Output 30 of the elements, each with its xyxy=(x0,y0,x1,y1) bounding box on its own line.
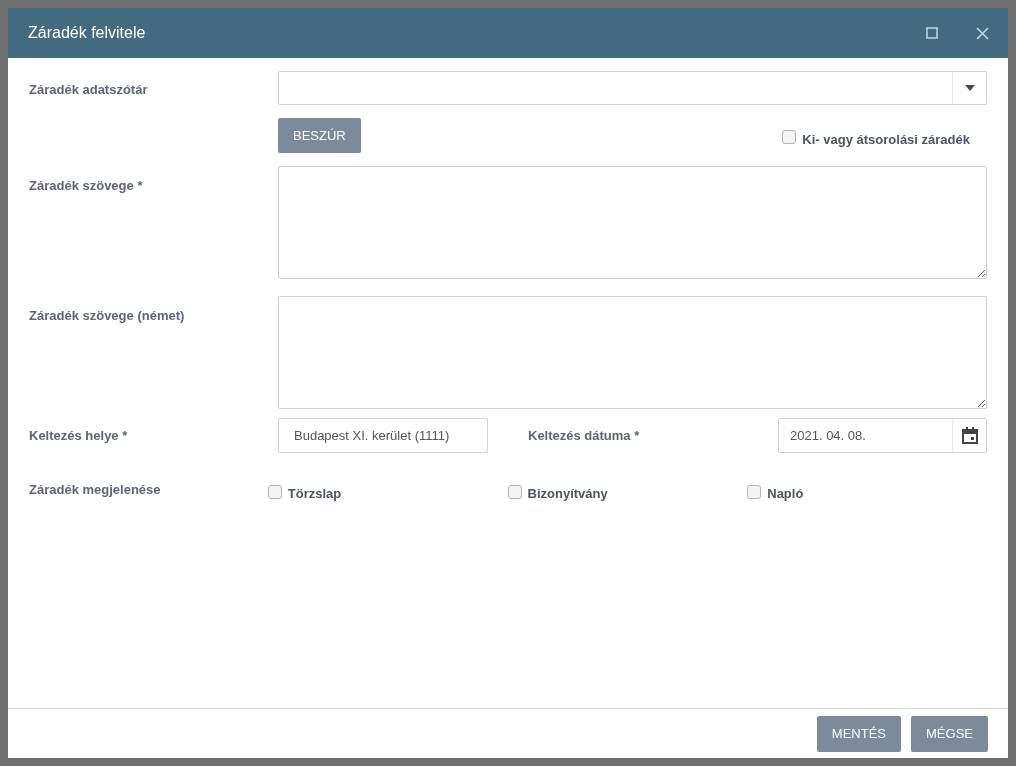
field-label: Záradék megjelenése xyxy=(29,481,162,499)
footer-button[interactable]: MÉGSE xyxy=(911,715,988,752)
maximize-icon xyxy=(926,27,938,39)
caret-icon xyxy=(964,85,975,91)
checkbox[interactable] xyxy=(747,484,762,499)
checkbox-label: Napló xyxy=(767,485,804,503)
checkbox-label: Bizonyítvány xyxy=(527,485,608,503)
input-field[interactable]: Budapest XI. kerület (1111) xyxy=(278,418,488,453)
footer-button[interactable]: MENTÉS xyxy=(816,715,902,752)
field-label: Záradék szövege * xyxy=(29,177,144,195)
maximize-button[interactable] xyxy=(924,25,940,41)
checkbox-label: Ki- vagy átsorolási záradék xyxy=(802,130,970,149)
close-button[interactable] xyxy=(974,25,990,41)
insert-button[interactable]: BESZÚR xyxy=(278,118,361,153)
checkbox[interactable] xyxy=(782,130,797,145)
field-label: Keltezés dátuma * xyxy=(528,426,641,445)
dropdown-field[interactable] xyxy=(278,71,987,105)
checkbox[interactable] xyxy=(267,484,282,499)
checkbox[interactable] xyxy=(507,484,522,499)
field-label: Záradék szövege (német) xyxy=(29,307,186,325)
window-title: Záradék felvitele xyxy=(28,23,147,43)
date-field[interactable]: 2021. 04. 08. xyxy=(778,418,987,453)
text-area[interactable] xyxy=(278,166,987,279)
checkbox-label: Törzslap xyxy=(287,485,342,503)
field-label: Záradék adatszótár xyxy=(29,81,149,99)
calendar-icon xyxy=(961,427,978,444)
close-icon xyxy=(975,26,989,40)
field-label: Keltezés helye * xyxy=(29,426,129,445)
text-area[interactable] xyxy=(278,296,987,409)
date-value: 2021. 04. 08. xyxy=(789,426,867,445)
